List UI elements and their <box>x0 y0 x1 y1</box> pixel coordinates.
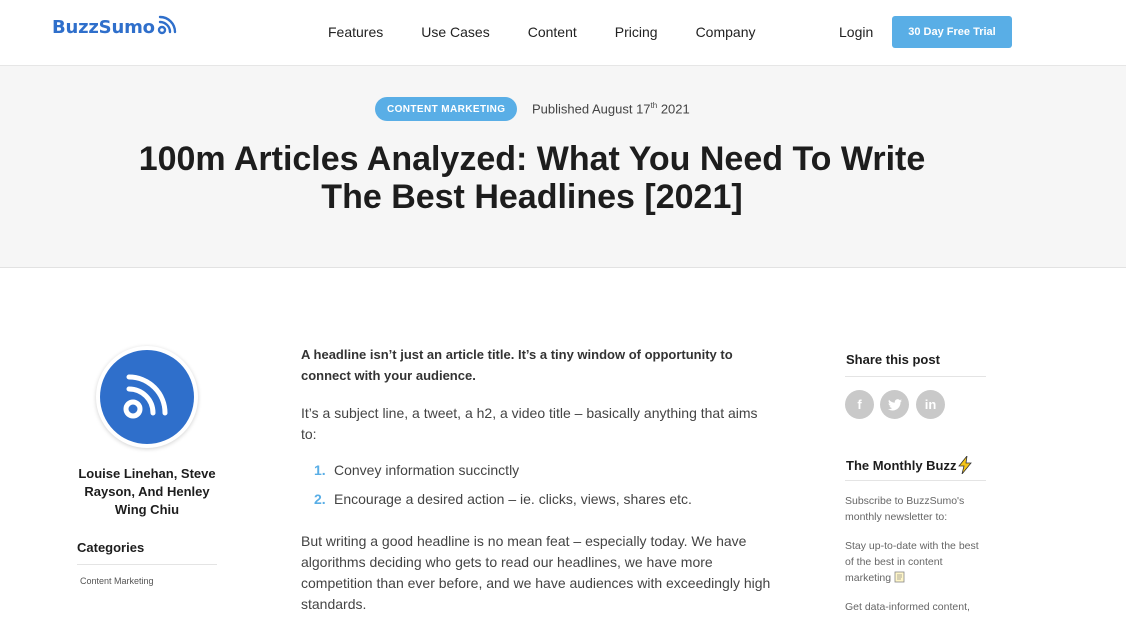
newsletter-benefit: Stay up-to-date with the best of the bes… <box>845 538 985 586</box>
buzz-divider <box>845 480 986 481</box>
signal-icon <box>157 15 176 34</box>
top-navigation-bar: BuzzSumo Features Use Cases Content Pric… <box>0 0 1126 66</box>
published-date: Published August 17th 2021 <box>532 101 690 116</box>
article-hero: CONTENT MARKETING Published August 17th … <box>0 66 1126 268</box>
logo-text: BuzzSumo <box>52 17 155 38</box>
nav-features[interactable]: Features <box>328 24 383 40</box>
category-link-content-marketing[interactable]: Content Marketing <box>80 576 154 586</box>
categories-divider <box>77 564 217 565</box>
list-item: 2. Encourage a desired action – ie. clic… <box>314 489 692 510</box>
published-prefix: Published August 17 <box>532 101 651 117</box>
list-item: 1. Convey information succinctly <box>314 460 692 481</box>
twitter-icon[interactable] <box>880 390 909 419</box>
nav-content[interactable]: Content <box>528 24 577 40</box>
monthly-buzz-title: The Monthly Buzz <box>846 457 957 473</box>
buzzsumo-logo[interactable]: BuzzSumo <box>52 15 178 38</box>
newsletter-intro: Subscribe to BuzzSumo's monthly newslett… <box>845 495 965 523</box>
article-list: 1. Convey information succinctly 2. Enco… <box>314 460 692 518</box>
list-text: Encourage a desired action – ie. clicks,… <box>334 491 692 507</box>
list-number: 1. <box>314 462 326 478</box>
free-trial-button[interactable]: 30 Day Free Trial <box>892 16 1012 48</box>
newsletter-benefit-text: Stay up-to-date with the best of the bes… <box>845 540 979 584</box>
nav-company[interactable]: Company <box>696 24 756 40</box>
facebook-icon[interactable]: f <box>845 390 874 419</box>
list-text: Convey information succinctly <box>334 462 520 478</box>
memo-icon <box>894 571 905 583</box>
main-nav: Features Use Cases Content Pricing Compa… <box>328 0 793 64</box>
article-lead: A headline isn’t just an article title. … <box>301 347 733 383</box>
monthly-buzz-heading: The Monthly Buzz <box>846 456 973 474</box>
list-number: 2. <box>314 491 326 507</box>
article-paragraph: It’s a subject line, a tweet, a h2, a vi… <box>301 405 758 442</box>
nav-use-cases[interactable]: Use Cases <box>421 24 489 40</box>
login-link[interactable]: Login <box>839 24 873 40</box>
author-avatar <box>96 346 198 448</box>
signal-icon <box>123 374 168 419</box>
avatar-circle <box>100 350 194 444</box>
nav-pricing[interactable]: Pricing <box>615 24 658 40</box>
author-names: Louise Linehan, Steve Rayson, And Henley… <box>78 466 216 517</box>
twitter-bird-icon <box>887 398 902 410</box>
newsletter-benefit: Get data-informed content, <box>845 601 970 613</box>
article-paragraph: But writing a good headline is no mean f… <box>301 533 771 612</box>
linkedin-icon[interactable]: in <box>916 390 945 419</box>
lightning-icon <box>957 456 972 474</box>
categories-heading: Categories <box>77 540 145 555</box>
category-badge[interactable]: CONTENT MARKETING <box>375 97 518 121</box>
article-title: 100m Articles Analyzed: What You Need To… <box>138 140 926 216</box>
share-heading: Share this post <box>846 352 940 367</box>
share-divider <box>845 376 986 377</box>
published-year: 2021 <box>657 101 690 117</box>
